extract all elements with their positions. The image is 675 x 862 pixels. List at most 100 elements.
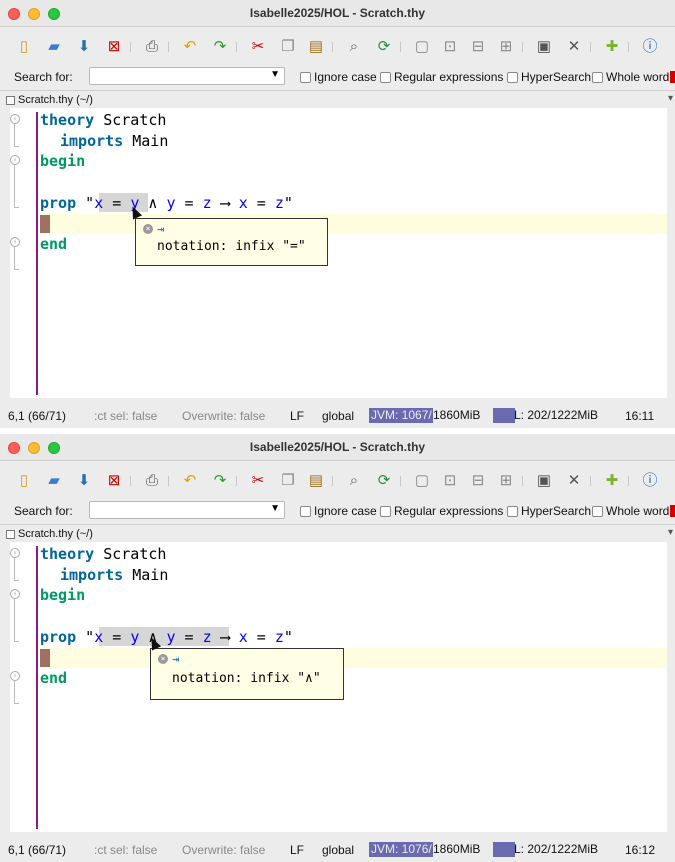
save-icon[interactable]: ⬇ (74, 37, 94, 57)
pin-icon[interactable]: ⇥ (172, 652, 179, 666)
buffer-options-icon[interactable]: ▣ (534, 471, 554, 491)
close-icon[interactable]: ⊠ (104, 37, 124, 57)
code-line-7: end (40, 669, 68, 687)
open-file-icon[interactable]: ▰ (44, 471, 64, 491)
fold-marker[interactable]: ◦ (10, 589, 20, 599)
new-file-icon[interactable]: ▯ (14, 37, 34, 57)
paste-icon[interactable]: ▤ (306, 471, 326, 491)
buffer-name: Scratch.thy (~/) (18, 94, 93, 106)
status-bar: 6,1 (66/71) :ct sel: false Overwrite: fa… (0, 404, 675, 428)
copy-icon[interactable]: ❐ (278, 37, 298, 57)
fold-marker[interactable]: ◦ (10, 671, 20, 681)
gutter: ◦ ◦ ◦ (10, 108, 38, 398)
code-line-7: end (40, 235, 68, 253)
code-line-5: prop "x = y ∧ y = z ⟶ x = z" (40, 194, 293, 212)
ml-memory[interactable]: L: 202/1222MiB (514, 842, 598, 857)
close-icon[interactable]: ⊠ (104, 471, 124, 491)
chevron-down-icon[interactable]: ▾ (668, 93, 673, 104)
fold-mode[interactable]: global (322, 843, 354, 857)
text-area[interactable]: ◦ ◦ ◦ theory Scratch imports Main begin … (10, 542, 667, 832)
global-options-icon[interactable]: ✕ (564, 471, 584, 491)
hypersearch-checkbox[interactable]: HyperSearch (507, 70, 591, 84)
fold-marker[interactable]: ◦ (10, 237, 20, 247)
multi-select-status[interactable]: :ct sel: false (94, 843, 157, 857)
caret-position[interactable]: 6,1 (66/71) (8, 409, 66, 423)
buffer-tab[interactable]: Scratch.thy (~/) ▾ (0, 524, 675, 543)
fold-marker[interactable]: ◦ (10, 548, 20, 558)
jvm-memory[interactable]: JVM: 1076/ (369, 842, 433, 857)
code-line-3: begin (40, 586, 86, 604)
global-options-icon[interactable]: ✕ (564, 37, 584, 57)
pin-icon[interactable]: ⇥ (157, 222, 164, 236)
ignore-case-checkbox[interactable]: Ignore case (300, 504, 377, 518)
search-input[interactable]: ▼ (89, 67, 285, 85)
plugins-icon[interactable]: ✚ (602, 471, 622, 491)
line-ending[interactable]: LF (290, 409, 304, 423)
chevron-down-icon[interactable]: ▾ (668, 527, 673, 538)
status-bar: 6,1 (66/71) :ct sel: false Overwrite: fa… (0, 838, 675, 862)
multi-select-status[interactable]: :ct sel: false (94, 409, 157, 423)
close-icon[interactable]: × (158, 654, 168, 664)
text-area[interactable]: ◦ ◦ ◦ theory Scratch imports Main begin … (10, 108, 667, 398)
find-icon[interactable]: ⌕ (344, 37, 364, 57)
toolbar: ▯ ▰ ⬇ ⊠ ⎙ ↶ ↷ ✂ ❐ ▤ ⌕ ⟳ ▢ ⊡ ⊟ ⊞ ▣ ✕ ✚ ⓘ (0, 28, 675, 66)
tooltip: × ⇥ notation: infix "∧" (150, 648, 344, 700)
clock: 16:12 (625, 843, 656, 857)
new-file-icon[interactable]: ▯ (14, 471, 34, 491)
close-icon[interactable]: × (143, 224, 153, 234)
help-icon[interactable]: ⓘ (640, 471, 660, 491)
chevron-down-icon[interactable]: ▼ (270, 69, 280, 80)
undo-icon[interactable]: ↶ (180, 37, 200, 57)
jvm-memory-total: 1860MiB (433, 408, 481, 422)
split-vertical-icon[interactable]: ⊟ (468, 471, 488, 491)
new-view-icon[interactable]: ▢ (412, 471, 432, 491)
search-input[interactable]: ▼ (89, 501, 285, 519)
paste-icon[interactable]: ▤ (306, 37, 326, 57)
split-horizontal-icon[interactable]: ⊡ (440, 471, 460, 491)
find-replace-icon[interactable]: ⟳ (374, 471, 394, 491)
fold-marker[interactable]: ◦ (10, 114, 20, 124)
text-caret (40, 649, 50, 667)
find-icon[interactable]: ⌕ (344, 471, 364, 491)
regex-checkbox[interactable]: Regular expressions (380, 70, 503, 84)
split-vertical-icon[interactable]: ⊟ (468, 37, 488, 57)
whole-word-checkbox[interactable]: Whole word (592, 504, 669, 518)
overwrite-status[interactable]: Overwrite: false (182, 843, 265, 857)
redo-icon[interactable]: ↷ (210, 471, 230, 491)
cut-icon[interactable]: ✂ (248, 471, 268, 491)
ignore-case-checkbox[interactable]: Ignore case (300, 70, 377, 84)
hypersearch-checkbox[interactable]: HyperSearch (507, 504, 591, 518)
buffer-tab[interactable]: Scratch.thy (~/) ▾ (0, 90, 675, 109)
new-view-icon[interactable]: ▢ (412, 37, 432, 57)
regex-checkbox[interactable]: Regular expressions (380, 504, 503, 518)
chevron-down-icon[interactable]: ▼ (270, 503, 280, 514)
line-ending[interactable]: LF (290, 843, 304, 857)
find-replace-icon[interactable]: ⟳ (374, 37, 394, 57)
whole-word-checkbox[interactable]: Whole word (592, 70, 669, 84)
split-horizontal-icon[interactable]: ⊡ (440, 37, 460, 57)
buffer-options-icon[interactable]: ▣ (534, 37, 554, 57)
fold-mode[interactable]: global (322, 409, 354, 423)
redo-icon[interactable]: ↷ (210, 37, 230, 57)
ml-memory[interactable]: L: 202/1222MiB (514, 408, 598, 423)
caret-position[interactable]: 6,1 (66/71) (8, 843, 66, 857)
error-indicator (670, 71, 675, 83)
title-bar: Isabelle2025/HOL - Scratch.thy (0, 434, 675, 461)
clock: 16:11 (625, 409, 655, 423)
copy-icon[interactable]: ❐ (278, 471, 298, 491)
help-icon[interactable]: ⓘ (640, 37, 660, 57)
open-file-icon[interactable]: ▰ (44, 37, 64, 57)
overwrite-status[interactable]: Overwrite: false (182, 409, 265, 423)
unsplit-icon[interactable]: ⊞ (496, 471, 516, 491)
search-label: Search for: (14, 70, 73, 84)
print-icon[interactable]: ⎙ (142, 471, 162, 491)
save-icon[interactable]: ⬇ (74, 471, 94, 491)
jvm-memory[interactable]: JVM: 1067/ (369, 408, 433, 423)
print-icon[interactable]: ⎙ (142, 37, 162, 57)
undo-icon[interactable]: ↶ (180, 471, 200, 491)
unsplit-icon[interactable]: ⊞ (496, 37, 516, 57)
fold-marker[interactable]: ◦ (10, 155, 20, 165)
window-1: Isabelle2025/HOL - Scratch.thy ▯ ▰ ⬇ ⊠ ⎙… (0, 0, 675, 428)
plugins-icon[interactable]: ✚ (602, 37, 622, 57)
cut-icon[interactable]: ✂ (248, 37, 268, 57)
